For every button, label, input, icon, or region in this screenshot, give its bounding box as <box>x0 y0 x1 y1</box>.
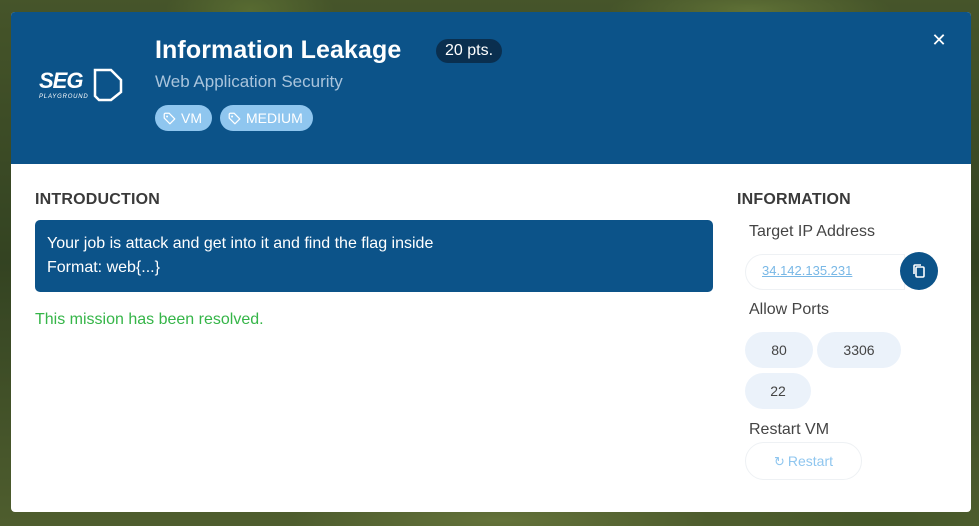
tag-medium: MEDIUM <box>220 105 313 131</box>
restart-vm-label: Restart VM <box>749 421 830 438</box>
refresh-icon: ↻ <box>773 454 785 469</box>
target-ip-link[interactable]: 34.142.135.231 <box>762 263 852 278</box>
port-chip: 80 <box>745 332 813 368</box>
resolved-status: This mission has been resolved. <box>35 311 264 328</box>
close-icon[interactable]: ✕ <box>930 31 948 49</box>
introduction-heading: INTRODUCTION <box>35 191 161 208</box>
tag-vm: VM <box>155 105 212 131</box>
introduction-line: Format: web{...} <box>47 259 160 276</box>
tag-list: VM MEDIUM <box>155 105 313 131</box>
challenge-title: Information Leakage <box>155 36 402 64</box>
tag-icon <box>163 112 176 124</box>
tag-label: MEDIUM <box>246 110 303 126</box>
information-heading: INFORMATION <box>737 191 851 208</box>
copy-icon <box>913 264 925 278</box>
allow-ports-label: Allow Ports <box>749 301 830 318</box>
tag-label: VM <box>181 110 202 126</box>
restart-button-label: Restart <box>787 453 834 469</box>
challenge-modal: SEG PLAYGROUND Information Leakage 20 pt… <box>11 12 971 512</box>
svg-text:PLAYGROUND: PLAYGROUND <box>39 94 89 100</box>
svg-text:SEG: SEG <box>39 68 83 93</box>
points-badge: 20 pts. <box>436 39 503 63</box>
port-chip: 22 <box>745 373 811 409</box>
introduction-box: Your job is attack and get into it and f… <box>35 220 713 292</box>
tag-icon <box>228 112 241 124</box>
target-ip-label: Target IP Address <box>749 223 875 240</box>
copy-ip-button[interactable] <box>900 252 938 290</box>
port-chip: 3306 <box>817 332 901 368</box>
seg-playground-logo: SEG PLAYGROUND <box>39 68 123 102</box>
challenge-category: Web Application Security <box>155 72 343 91</box>
restart-button[interactable]: ↻ Restart <box>745 442 862 480</box>
modal-header: SEG PLAYGROUND Information Leakage 20 pt… <box>11 12 971 164</box>
introduction-line: Your job is attack and get into it and f… <box>47 235 434 252</box>
